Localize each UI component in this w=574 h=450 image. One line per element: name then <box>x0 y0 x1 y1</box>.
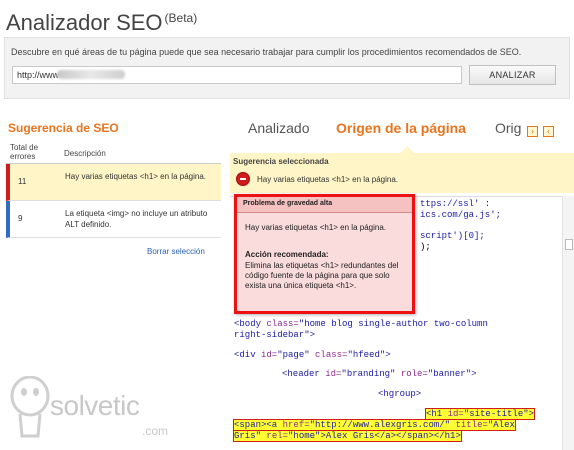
tab-caret <box>400 146 414 153</box>
code-line: <body class="home blog single-author two… <box>234 319 488 329</box>
tab-origen[interactable]: Origen de la página <box>336 120 466 136</box>
table-row[interactable]: 9 La etiqueta <img> no incluye un atribu… <box>6 201 221 238</box>
tab-analizado[interactable]: Analizado <box>248 120 310 136</box>
error-icon <box>236 172 250 186</box>
table-header: Total de errores Descripción <box>6 140 221 164</box>
solvetic-watermark: solvetic .com <box>6 376 186 446</box>
recommended-action-text: Elimina las etiquetas <h1> redundantes d… <box>245 261 399 290</box>
beta-badge: (Beta) <box>164 10 198 25</box>
url-blurred-part <box>57 70 125 79</box>
recommended-action-title: Acción recomendada: <box>245 250 329 259</box>
column-total-errors: Total de errores <box>10 143 39 161</box>
analyze-description: Descubre en qué áreas de tu página puede… <box>11 47 522 57</box>
suggestions-table: Total de errores Descripción 11 Hay vari… <box>6 140 221 238</box>
code-scrollbar[interactable] <box>562 196 574 450</box>
error-description: La etiqueta <img> no incluye un atributo… <box>65 209 208 229</box>
solvetic-logo-icon <box>10 376 50 438</box>
code-line: ttps://ssl' : <box>420 199 491 209</box>
clear-selection-link[interactable]: Borrar selección <box>147 247 205 256</box>
error-count: 11 <box>18 177 27 186</box>
page-title: Analizador SEO (Beta) <box>6 10 197 36</box>
highlighted-code-line: Gris" rel="home">Alex Gris</a></span></h… <box>233 430 462 442</box>
highlighted-code-line: <span><a href="http://www.alexgris.com/"… <box>233 419 516 431</box>
selected-suggestion-panel: Sugerencia seleccionada Hay varias etiqu… <box>230 153 574 193</box>
tooltip-text: Hay varias etiquetas <h1> en la página. <box>245 223 386 232</box>
code-line: <hgroup> <box>378 389 422 399</box>
tooltip-title: Problema de gravedad alta <box>243 200 333 207</box>
analyze-panel: Descubre en qué áreas de tu página puede… <box>4 37 570 99</box>
highlighted-code-line: <h1 id="site-title"> <box>424 408 536 420</box>
code-line: script')[0]; <box>420 231 485 241</box>
code-line: ics.com/ga.js'; <box>420 210 502 220</box>
code-line: <div id="page" class="hfeed"> <box>234 350 391 360</box>
selected-suggestion-title: Sugerencia seleccionada <box>233 157 329 166</box>
scrollbar-thumb[interactable] <box>565 239 573 250</box>
page-title-text: Analizador SEO <box>6 10 163 35</box>
tooltip-header: Problema de gravedad alta <box>237 197 412 213</box>
arrow-left-icon[interactable]: ‹ <box>543 126 554 137</box>
column-description: Descripción <box>64 149 106 158</box>
suggestions-title: Sugerencia de SEO <box>8 121 119 135</box>
issue-tooltip: Problema de gravedad alta Hay varias eti… <box>234 194 415 314</box>
error-count: 9 <box>18 214 23 223</box>
code-line: <header id="branding" role="banner"> <box>282 369 477 379</box>
error-description: Hay varias etiquetas <h1> en la página. <box>65 172 206 181</box>
tab-original[interactable]: Orig <box>495 120 521 136</box>
arrow-right-icon[interactable]: › <box>527 126 538 137</box>
selected-suggestion-text: Hay varias etiquetas <h1> en la página. <box>257 175 398 184</box>
seo-analyzer-page: Analizador SEO (Beta) Descubre en qué áre… <box>0 0 574 450</box>
analyze-button[interactable]: ANALIZAR <box>469 65 556 85</box>
watermark-domain: .com <box>142 424 169 438</box>
code-line: right-sidebar"> <box>234 330 316 340</box>
watermark-brand: solvetic <box>50 390 140 421</box>
code-line: ); <box>420 242 431 252</box>
table-row[interactable]: 11 Hay varias etiquetas <h1> en la págin… <box>6 164 221 201</box>
